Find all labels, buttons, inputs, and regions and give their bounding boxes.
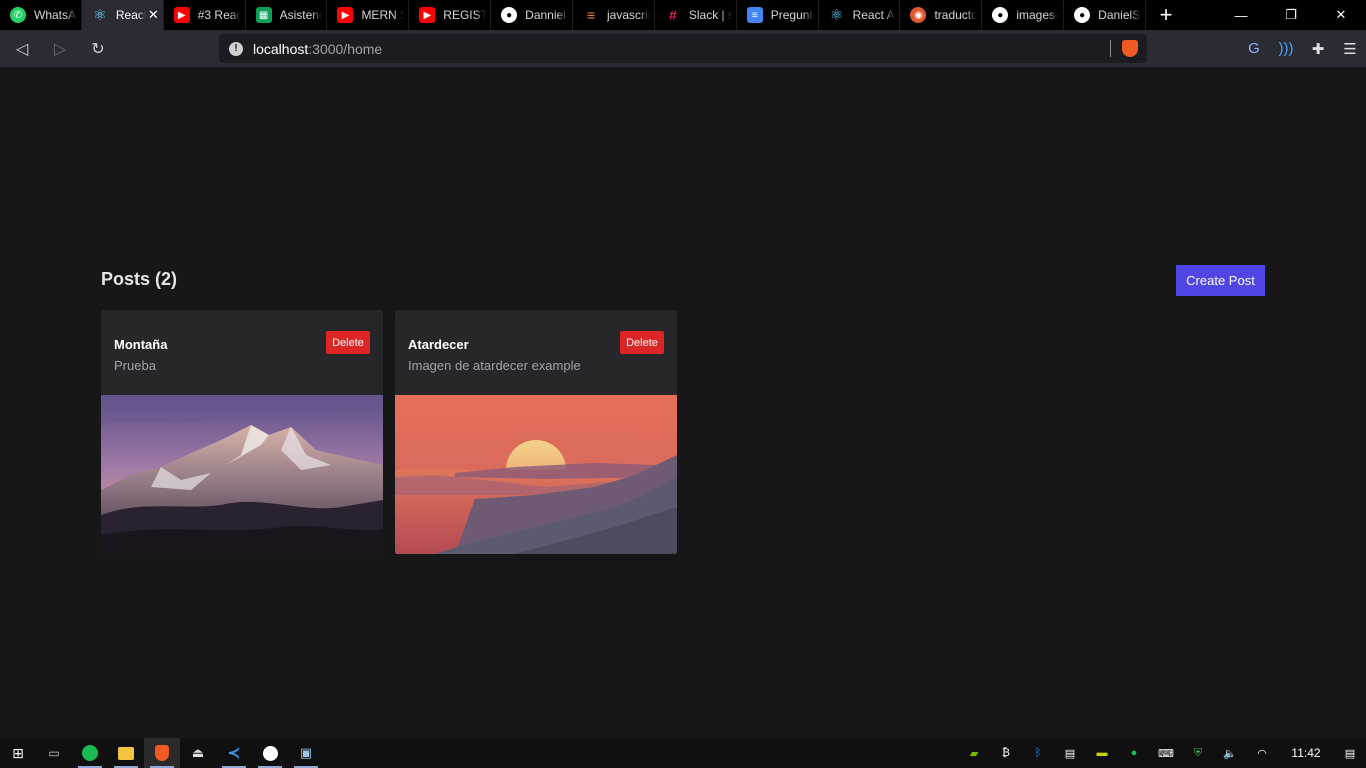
post-description: Imagen de atardecer example — [408, 358, 581, 373]
file-explorer-icon[interactable] — [108, 738, 144, 768]
remote-desktop-icon[interactable]: ▣ — [288, 738, 324, 768]
tab-slack[interactable]: #Slack | se — [655, 0, 737, 30]
github-icon: ● — [1074, 7, 1091, 23]
docs-icon: ≡ — [746, 7, 763, 23]
tab-stackoverflow[interactable]: ≡javascript — [573, 0, 655, 30]
duckduckgo-icon: ◉ — [910, 7, 927, 23]
forward-icon[interactable]: ▷ — [44, 33, 76, 65]
stackoverflow-icon: ≡ — [586, 7, 596, 23]
reload-icon[interactable]: ↻ — [82, 33, 114, 65]
tab-youtube-mern[interactable]: ▶MERN Stack — [327, 0, 410, 30]
tab-traductor[interactable]: ◉ traductor — [900, 0, 983, 30]
tab-list: ✆WhatsApp ⚛React App✕ ▶#3 React ▦Asisten… — [0, 0, 1147, 30]
close-tab-icon[interactable]: ✕ — [148, 7, 159, 23]
mountain-photo — [101, 395, 383, 554]
tab-react-app-active[interactable]: ⚛React App✕ — [81, 0, 164, 30]
keyboard-icon[interactable]: ⌨ — [1150, 747, 1182, 760]
wifi-icon[interactable]: ◠ — [1246, 747, 1278, 760]
window-controls: — ❐ ✕ — [1216, 0, 1366, 30]
posts-heading: Posts (2) — [101, 269, 178, 289]
back-icon[interactable]: ◁ — [6, 33, 38, 65]
tab-whatsapp[interactable]: ✆WhatsApp — [0, 0, 82, 30]
youtube-icon: ▶ — [173, 7, 190, 23]
notifications-icon[interactable]: ▤ — [1334, 747, 1366, 760]
post-card[interactable]: Atardecer Imagen de atardecer example De… — [395, 310, 677, 554]
menu-icon[interactable]: ☰ — [1334, 33, 1366, 65]
nvidia-icon[interactable]: ▰ — [958, 747, 990, 760]
post-description: Prueba — [114, 358, 156, 373]
post-title: Montaña — [114, 337, 168, 352]
speechify-icon[interactable]: ))) — [1270, 33, 1302, 65]
youtube-icon: ▶ — [337, 7, 354, 23]
react-icon: ⚛ — [93, 7, 107, 24]
post-card[interactable]: Montaña Prueba Delete — [101, 310, 383, 554]
whatsapp-icon: ✆ — [10, 7, 26, 23]
drive-icon[interactable]: ▬ — [1086, 747, 1118, 759]
puzzle-extensions-icon[interactable]: ✚ — [1302, 33, 1334, 65]
sheets-icon: ▦ — [255, 7, 272, 23]
tab-pregunta[interactable]: ≡Pregunta — [737, 0, 819, 30]
spotify-icon[interactable] — [72, 738, 108, 768]
url-path: :3000/home — [308, 40, 383, 57]
windows-taskbar: ⊞ ▭ ⏏ ≺ ▣ ▰ ₿ ᛒ ▤ ▬ ● ⌨ ⛨ 🔈 ◠ 11:42 ▤ — [0, 738, 1366, 768]
slack-icon: # — [668, 7, 677, 23]
brave-icon[interactable] — [144, 738, 180, 768]
minimize-icon[interactable]: — — [1216, 0, 1266, 30]
windows-start-icon[interactable]: ⊞ — [0, 738, 36, 768]
tab-github-danniel[interactable]: ● Danniel- — [491, 0, 574, 30]
restore-icon[interactable]: ❐ — [1266, 0, 1316, 30]
ime-icon[interactable]: ₿ — [990, 747, 1022, 759]
security-icon[interactable]: ⛨ — [1182, 747, 1214, 760]
tab-asistencia[interactable]: ▦Asistencia — [246, 0, 328, 30]
tab-github-images[interactable]: ● images- — [982, 0, 1065, 30]
youtube-icon: ▶ — [419, 7, 436, 23]
close-window-icon[interactable]: ✕ — [1316, 0, 1366, 30]
browser-toolbar: ◁ ▷ ↻ ! localhost:3000/home G ))) ✚ ☰ — [0, 30, 1366, 67]
tab-react-app-2[interactable]: ⚛React App — [819, 0, 901, 30]
url-host: localhost — [253, 40, 309, 57]
tab-youtube-register[interactable]: ▶REGISTER — [409, 0, 492, 30]
react-icon: ⚛ — [829, 7, 844, 24]
brave-shields-icon[interactable] — [1122, 40, 1138, 57]
tab-youtube-3-react[interactable]: ▶#3 React — [164, 0, 246, 30]
page-content: Posts (2) Create Post Montaña Prueba Del… — [0, 67, 1366, 738]
translate-icon[interactable]: G — [1238, 33, 1270, 65]
app-tray-icon[interactable]: ▤ — [1054, 747, 1086, 760]
usb-tool-icon[interactable]: ⏏ — [180, 738, 216, 768]
vscode-icon[interactable]: ≺ — [216, 738, 252, 768]
clock[interactable]: 11:42 — [1278, 746, 1334, 760]
site-info-icon[interactable]: ! — [229, 41, 243, 56]
bluetooth-icon[interactable]: ᛒ — [1022, 747, 1054, 759]
delete-button[interactable]: Delete — [620, 331, 664, 354]
new-tab-plus-icon[interactable]: + — [1146, 0, 1186, 30]
browser-tab-strip: ✆WhatsApp ⚛React App✕ ▶#3 React ▦Asisten… — [0, 0, 1366, 30]
spotify-tray-icon[interactable]: ● — [1118, 747, 1150, 759]
address-divider — [1110, 40, 1111, 57]
toolbar-extensions: G ))) ✚ ☰ — [1238, 30, 1366, 67]
mongodb-compass-icon[interactable] — [252, 738, 288, 768]
post-title: Atardecer — [408, 337, 469, 352]
volume-icon[interactable]: 🔈 — [1214, 747, 1246, 760]
github-icon: ● — [992, 7, 1009, 23]
delete-button[interactable]: Delete — [326, 331, 370, 354]
system-tray: ▰ ₿ ᛒ ▤ ▬ ● ⌨ ⛨ 🔈 ◠ 11:42 ▤ — [958, 738, 1366, 768]
address-bar[interactable]: ! localhost:3000/home — [219, 34, 1147, 63]
sunset-illustration — [395, 395, 677, 554]
create-post-button[interactable]: Create Post — [1176, 265, 1265, 296]
terminal-icon[interactable]: ▭ — [36, 738, 72, 768]
tab-github-danielsu[interactable]: ●DanielSu — [1064, 0, 1147, 30]
github-icon: ● — [501, 7, 518, 23]
